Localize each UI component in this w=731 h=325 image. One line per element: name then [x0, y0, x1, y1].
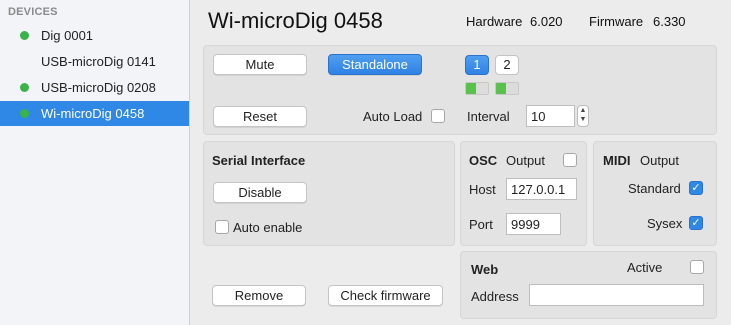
serial-interface-title: Serial Interface [212, 153, 306, 168]
controls-panel: Mute Standalone 1 2 Reset Auto Load Inte… [203, 45, 717, 135]
address-input[interactable] [529, 284, 704, 306]
remove-button[interactable]: Remove [212, 285, 306, 306]
sidebar-item-label: Wi-microDig 0458 [41, 106, 145, 121]
device-sidebar: DEVICES Dig 0001 USB-microDig 0141 USB-m… [0, 0, 190, 325]
hardware-label: Hardware [466, 14, 523, 29]
devices-heading: DEVICES [8, 6, 58, 18]
osc-title: OSC [469, 153, 498, 168]
channel-2-button[interactable]: 2 [495, 55, 519, 75]
checkmark-icon: ✓ [691, 182, 701, 194]
sidebar-item-wi-microdig-0458[interactable]: Wi-microDig 0458 [0, 101, 189, 126]
midi-title: MIDI [603, 153, 631, 168]
web-active-checkbox[interactable] [690, 260, 704, 274]
osc-output-label: Output [506, 153, 546, 168]
web-panel: Web Active Address [460, 251, 717, 319]
sidebar-item-dig-0001[interactable]: Dig 0001 [0, 23, 189, 48]
midi-panel: MIDI Output Standard ✓ Sysex ✓ [593, 141, 717, 246]
host-label: Host [469, 182, 496, 197]
status-dot-icon [20, 109, 29, 118]
device-title: Wi-microDig 0458 [208, 8, 383, 33]
mute-button[interactable]: Mute [213, 54, 307, 75]
standalone-button[interactable]: Standalone [328, 54, 422, 75]
midi-output-label: Output [640, 153, 680, 168]
sysex-checkbox[interactable]: ✓ [689, 216, 703, 230]
web-title: Web [471, 262, 499, 277]
auto-enable-checkbox[interactable] [215, 220, 229, 234]
sidebar-item-label: USB-microDig 0141 [41, 54, 156, 69]
sidebar-item-usb-microdig-0208[interactable]: USB-microDig 0208 [0, 75, 189, 100]
checkmark-icon: ✓ [691, 217, 701, 229]
sidebar-item-usb-microdig-0141[interactable]: USB-microDig 0141 [0, 49, 189, 74]
channel-2-activity-meter [495, 82, 519, 95]
auto-enable-label: Auto enable [233, 220, 303, 235]
interval-stepper[interactable]: ▲ ▼ [577, 105, 589, 127]
serial-interface-panel: Serial Interface Disable Auto enable [203, 141, 455, 246]
standard-label: Standard [628, 181, 681, 196]
firmware-label: Firmware [589, 14, 644, 29]
auto-load-label: Auto Load [363, 109, 423, 124]
interval-label: Interval [467, 109, 510, 124]
channel-1-activity-meter [465, 82, 489, 95]
sysex-label: Sysex [647, 216, 683, 231]
host-input[interactable] [506, 178, 577, 200]
active-label: Active [627, 260, 663, 275]
standard-checkbox[interactable]: ✓ [689, 181, 703, 195]
interval-input[interactable] [526, 105, 575, 127]
firmware-version: 6.330 [653, 14, 686, 29]
disable-button[interactable]: Disable [213, 182, 307, 203]
port-input[interactable] [506, 213, 561, 235]
hardware-version: 6.020 [530, 14, 563, 29]
sidebar-item-label: Dig 0001 [41, 28, 94, 43]
status-dot-icon [20, 83, 29, 92]
auto-load-checkbox[interactable] [431, 109, 445, 123]
port-label: Port [469, 217, 493, 232]
reset-button[interactable]: Reset [213, 106, 307, 127]
status-dot-icon [20, 31, 29, 40]
osc-panel: OSC Output Host Port [460, 141, 587, 246]
check-firmware-button[interactable]: Check firmware [328, 285, 443, 306]
address-label: Address [471, 289, 519, 304]
channel-1-button[interactable]: 1 [465, 55, 489, 75]
osc-output-checkbox[interactable] [563, 153, 577, 167]
sidebar-item-label: USB-microDig 0208 [41, 80, 156, 95]
